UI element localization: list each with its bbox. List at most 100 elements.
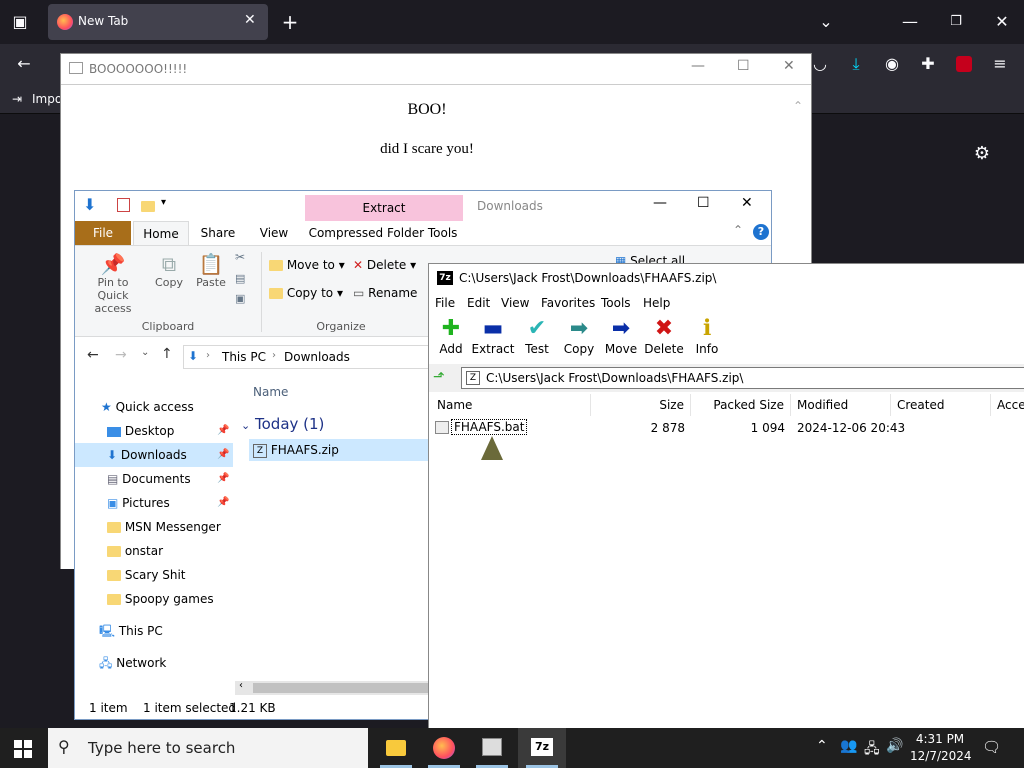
tab-home[interactable]: Home (133, 221, 189, 245)
newtab-settings-gear-icon[interactable]: ⚙ (970, 142, 994, 166)
table-row[interactable]: FHAAFS.bat 2 878 1 094 2024-12-06 20:43 (429, 418, 1024, 438)
copy-button[interactable]: ⧉ Copy (149, 252, 189, 289)
help-icon[interactable]: ? (753, 224, 769, 240)
close-icon[interactable]: ✕ (783, 58, 795, 74)
tab-share[interactable]: Share (197, 221, 239, 245)
menu-tools[interactable]: Tools (601, 296, 631, 310)
column-size[interactable]: Size (591, 394, 691, 416)
menu-file[interactable]: File (435, 296, 455, 310)
nav-item-scary-shit[interactable]: Scary Shit (75, 563, 233, 587)
extensions-icon[interactable]: ✚ (916, 52, 940, 76)
restore-icon[interactable]: ❐ (944, 10, 968, 34)
nav-item-pictures[interactable]: ▣ Pictures 📌 (75, 491, 233, 515)
close-window-icon[interactable]: ✕ (990, 10, 1014, 34)
delete-button[interactable]: ✖ Delete (642, 316, 686, 362)
column-header-name[interactable]: Name (253, 385, 288, 399)
menu-favorites[interactable]: Favorites (541, 296, 595, 310)
extract-button[interactable]: ▬ Extract (471, 316, 515, 362)
menu-view[interactable]: View (501, 296, 529, 310)
column-accessed[interactable]: Acces (991, 394, 1024, 416)
delete-button[interactable]: ✕ Delete ▾ (353, 258, 416, 272)
copy-path-icon[interactable]: ▤ (235, 272, 245, 285)
menu-help[interactable]: Help (643, 296, 670, 310)
nav-item-desktop[interactable]: Desktop 📌 (75, 419, 233, 443)
horizontal-scrollbar[interactable]: ‹ (235, 680, 429, 695)
quick-access-down-arrow-icon[interactable]: ⬇ (83, 195, 96, 214)
file-row-fhaafs-zip[interactable]: Z FHAAFS.zip (249, 439, 429, 461)
maximize-icon[interactable]: ☐ (737, 58, 750, 74)
close-icon[interactable]: ✕ (741, 195, 753, 211)
copy-to-button[interactable]: Copy to ▾ (269, 286, 343, 300)
list-all-tabs-chevron-icon[interactable]: ⌄ (814, 10, 838, 34)
rename-button[interactable]: ▭ Rename (353, 286, 417, 300)
network-icon[interactable]: 🖧 (864, 738, 880, 762)
paste-shortcut-icon[interactable]: ▣ (235, 292, 245, 305)
nav-quick-access[interactable]: ★ Quick access (75, 395, 233, 419)
nav-item-onstar[interactable]: onstar (75, 539, 233, 563)
menu-edit[interactable]: Edit (467, 296, 490, 310)
info-button[interactable]: ℹ Info (685, 316, 729, 362)
downloads-icon[interactable]: ⤓ (844, 52, 868, 76)
customize-toolbar-chevron-icon[interactable]: ▾ (161, 197, 166, 208)
minimize-icon[interactable]: — (691, 58, 705, 74)
breadcrumb-bar[interactable]: ⬇ › This PC › Downloads (183, 345, 443, 369)
nav-item-spoopy-games[interactable]: Spoopy games (75, 587, 233, 611)
extract-contextual-tab-header[interactable]: Extract (305, 195, 463, 221)
taskbar-search-box[interactable]: ⚲ Type here to search (48, 728, 368, 768)
account-icon[interactable]: ◉ (880, 52, 904, 76)
nav-this-pc[interactable]: 🖳 This PC (75, 619, 233, 643)
taskbar-file-explorer[interactable] (372, 728, 420, 768)
column-modified[interactable]: Modified (791, 394, 891, 416)
volume-icon[interactable]: 🔊 (886, 738, 903, 754)
taskbar-popup-app[interactable] (468, 728, 516, 768)
column-packed-size[interactable]: Packed Size (691, 394, 791, 416)
breadcrumb-downloads[interactable]: Downloads (284, 350, 350, 364)
back-arrow-icon[interactable]: ← (12, 52, 36, 76)
move-button[interactable]: ➡ Move (599, 316, 643, 362)
scroll-up-chevron-icon[interactable]: ⌃ (793, 99, 803, 113)
column-name[interactable]: Name (429, 394, 591, 416)
new-tab-plus-icon[interactable]: + (278, 10, 302, 34)
minimize-icon[interactable]: — (898, 10, 922, 34)
scroll-left-chevron-icon[interactable]: ‹ (239, 680, 243, 691)
cut-scissors-icon[interactable]: ✂ (235, 250, 245, 264)
ublock-origin-icon[interactable] (956, 56, 972, 72)
nav-item-documents[interactable]: ▤ Documents 📌 (75, 467, 233, 491)
nav-item-downloads[interactable]: ⬇ Downloads 📌 (75, 443, 233, 467)
pin-to-quick-access-button[interactable]: 📌 Pin to Quick access (81, 252, 145, 315)
minimize-icon[interactable]: — (653, 195, 667, 211)
taskbar-firefox[interactable] (420, 728, 468, 768)
tab-list-icon[interactable]: ▣ (8, 10, 32, 34)
notifications-icon[interactable]: 🗨 (982, 738, 1001, 756)
7zip-path-field[interactable]: Z C:\Users\Jack Frost\Downloads\FHAAFS.z… (461, 367, 1024, 389)
tab-file[interactable]: File (75, 221, 131, 245)
add-button[interactable]: ✚ Add (429, 316, 473, 362)
move-to-button[interactable]: Move to ▾ (269, 258, 345, 272)
show-hidden-icons-chevron-icon[interactable]: ⌃ (816, 738, 828, 754)
people-icon[interactable]: 👥 (840, 738, 857, 754)
breadcrumb-this-pc[interactable]: This PC (222, 350, 266, 364)
back-arrow-icon[interactable]: ← (87, 347, 99, 363)
maximize-icon[interactable]: ☐ (697, 195, 710, 211)
tab-compressed-folder-tools[interactable]: Compressed Folder Tools (307, 221, 459, 245)
taskbar-7zip[interactable]: 7z (518, 728, 566, 768)
hamburger-menu-icon[interactable]: ≡ (988, 52, 1012, 76)
new-folder-icon[interactable] (141, 199, 155, 213)
test-button[interactable]: ✔ Test (515, 316, 559, 362)
clock[interactable]: 4:31 PM 12/7/2024 (910, 731, 972, 765)
up-arrow-icon[interactable]: ↑ (161, 346, 173, 362)
group-header-today[interactable]: ⌄ Today (1) (241, 415, 324, 433)
recent-locations-chevron-icon[interactable]: ⌄ (141, 347, 149, 358)
column-created[interactable]: Created (891, 394, 991, 416)
nav-network[interactable]: 🖧 Network (75, 651, 233, 675)
nav-item-msn-messenger[interactable]: MSN Messenger (75, 515, 233, 539)
import-bookmarks-link[interactable]: Impo (32, 92, 62, 106)
copy-button[interactable]: ➡ Copy (557, 316, 601, 362)
properties-icon[interactable] (117, 198, 130, 212)
scrollbar-thumb[interactable] (253, 683, 429, 693)
tab-close-icon[interactable]: ✕ (244, 12, 256, 28)
firefox-tab-new-tab[interactable]: New Tab ✕ (48, 4, 268, 40)
windows-start-icon[interactable] (14, 740, 32, 758)
forward-arrow-icon[interactable]: → (115, 347, 127, 363)
collapse-ribbon-chevron-icon[interactable]: ⌃ (733, 223, 743, 237)
